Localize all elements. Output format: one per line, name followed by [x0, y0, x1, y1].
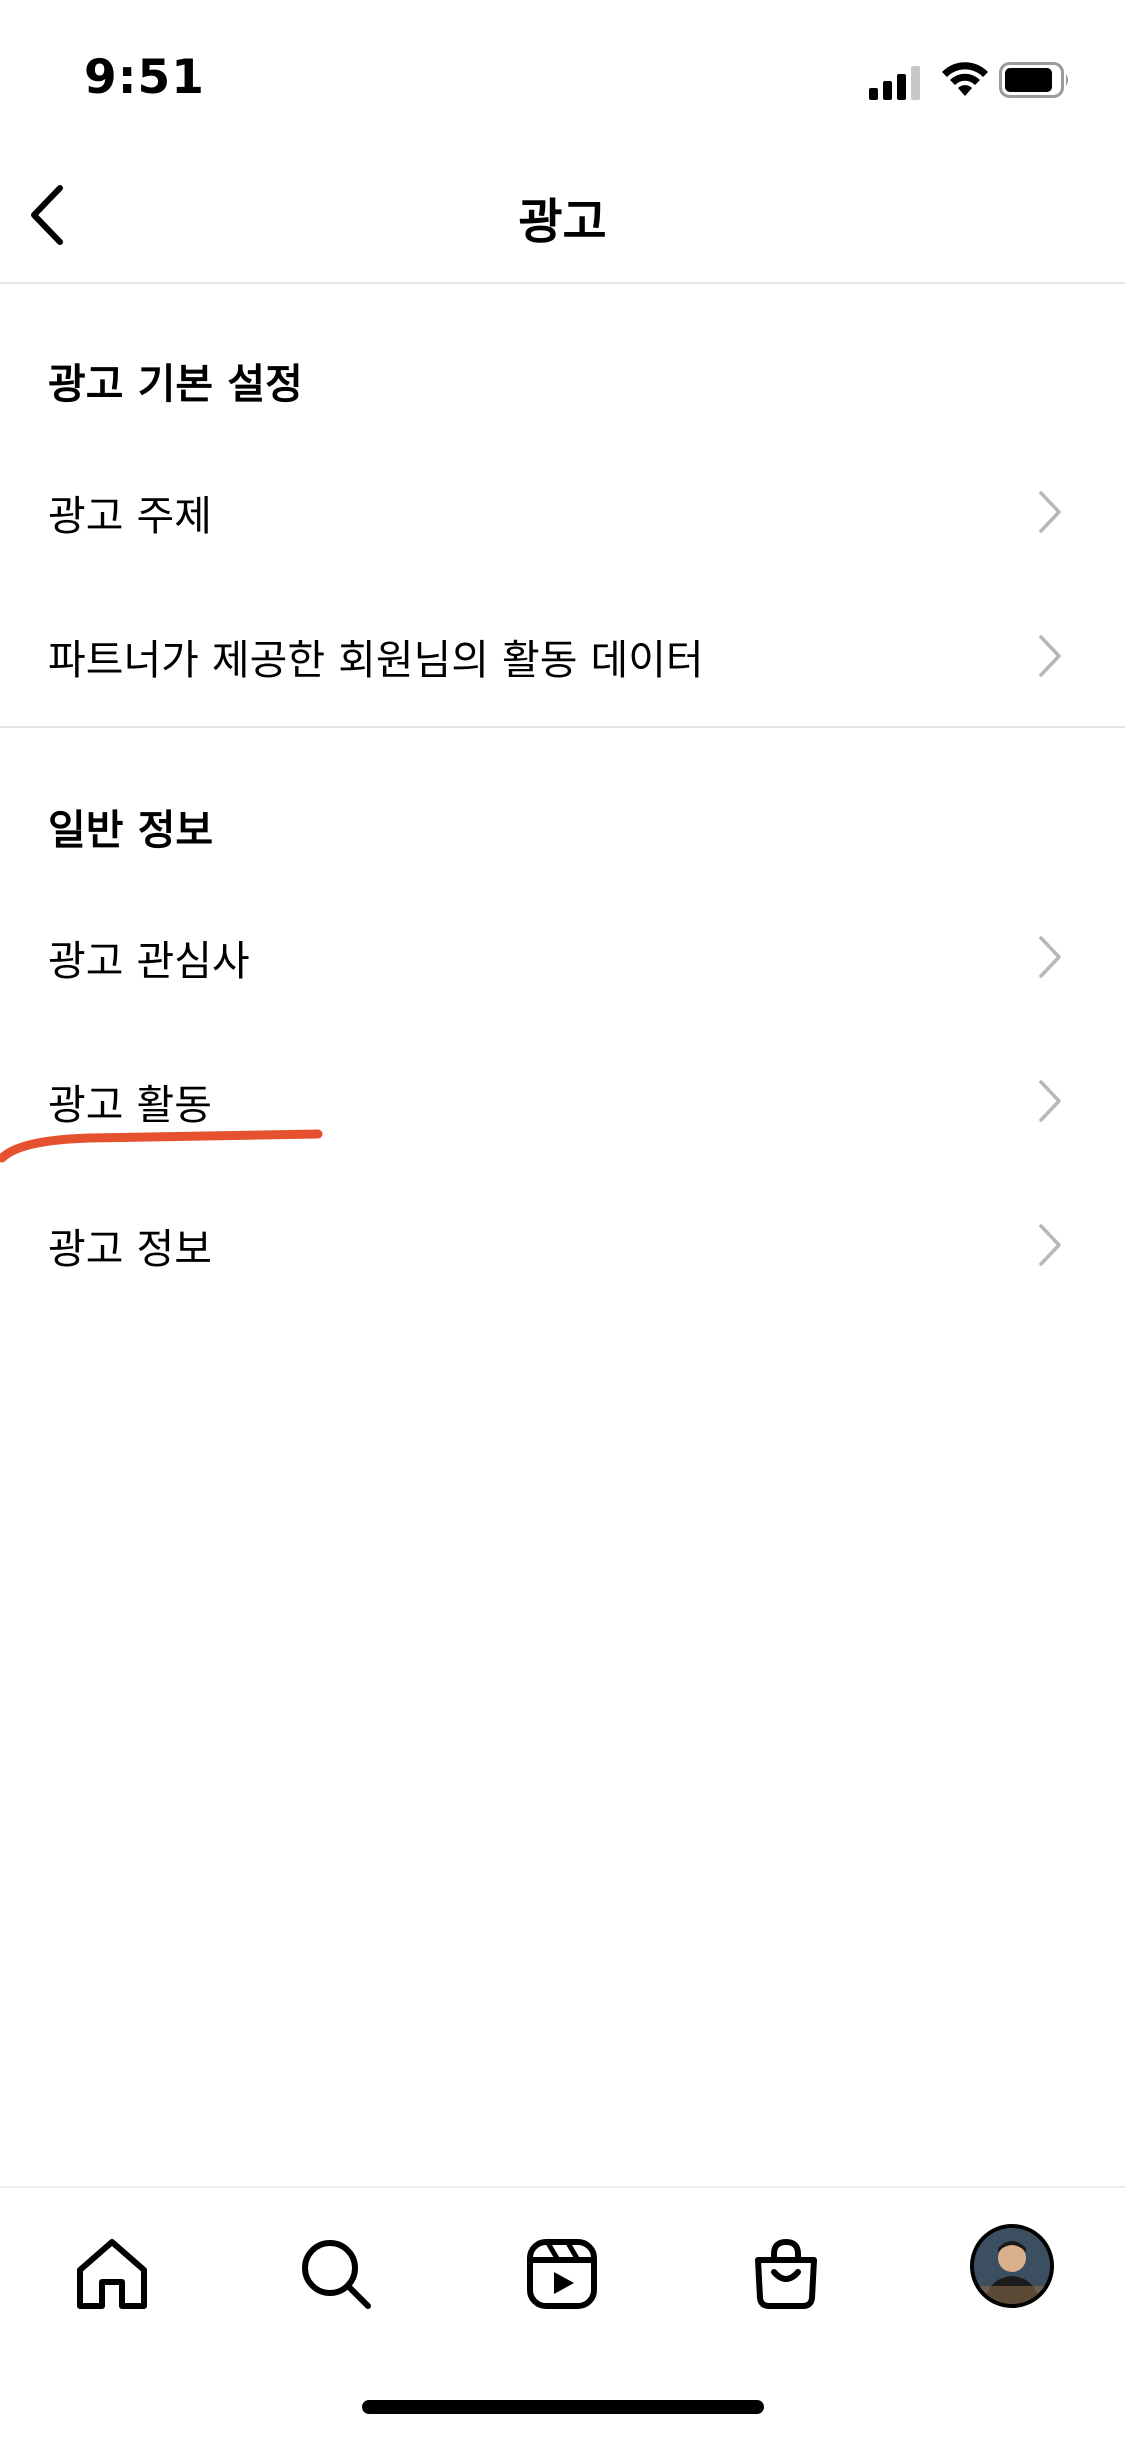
shop-icon: [755, 2238, 817, 2309]
menu-item-partner-activity-data[interactable]: 파트너가 제공한 회원님의 활동 데이터: [0, 589, 1125, 719]
menu-item-ad-interests[interactable]: 광고 관심사: [0, 890, 1125, 1020]
chevron-right-icon: [1039, 936, 1061, 978]
chevron-right-icon: [1039, 1080, 1061, 1122]
menu-item-ad-topics[interactable]: 광고 주제: [0, 445, 1125, 575]
menu-item-label: 파트너가 제공한 회원님의 활동 데이터: [48, 636, 704, 684]
annotation-underline: [0, 1129, 323, 1163]
home-indicator: [362, 2400, 764, 2414]
menu-item-ad-info[interactable]: 광고 정보: [0, 1178, 1125, 1308]
chevron-right-icon: [1039, 635, 1061, 677]
status-bar: 9:51: [0, 0, 1125, 150]
search-icon: [302, 2240, 371, 2309]
reels-icon: [527, 2239, 597, 2309]
tab-reels[interactable]: [522, 2234, 602, 2314]
section-title-general-info: 일반 정보: [48, 806, 214, 854]
chevron-right-icon: [1039, 1224, 1061, 1266]
chevron-right-icon: [1039, 491, 1061, 533]
section-divider: [0, 726, 1125, 728]
menu-item-label: 광고 주제: [48, 492, 212, 540]
status-time: 9:51: [84, 50, 205, 105]
header-bar: 광고: [0, 150, 1125, 284]
home-icon: [77, 2239, 147, 2309]
profile-avatar[interactable]: [970, 2224, 1054, 2308]
tab-shop[interactable]: [746, 2234, 826, 2314]
cellular-signal-icon: [869, 66, 920, 100]
battery-icon: [999, 62, 1068, 98]
bottom-tab-bar: [0, 2186, 1125, 2438]
menu-item-label: 광고 관심사: [48, 937, 250, 985]
section-title-ad-preferences: 광고 기본 설정: [48, 360, 303, 408]
avatar-photo: [974, 2228, 1050, 2304]
menu-item-label: 광고 활동: [48, 1081, 212, 1129]
menu-item-label: 광고 정보: [48, 1225, 212, 1273]
page-title: 광고: [518, 194, 607, 250]
tab-search[interactable]: [296, 2234, 376, 2314]
tab-home[interactable]: [72, 2234, 152, 2314]
wifi-icon: [942, 62, 988, 96]
